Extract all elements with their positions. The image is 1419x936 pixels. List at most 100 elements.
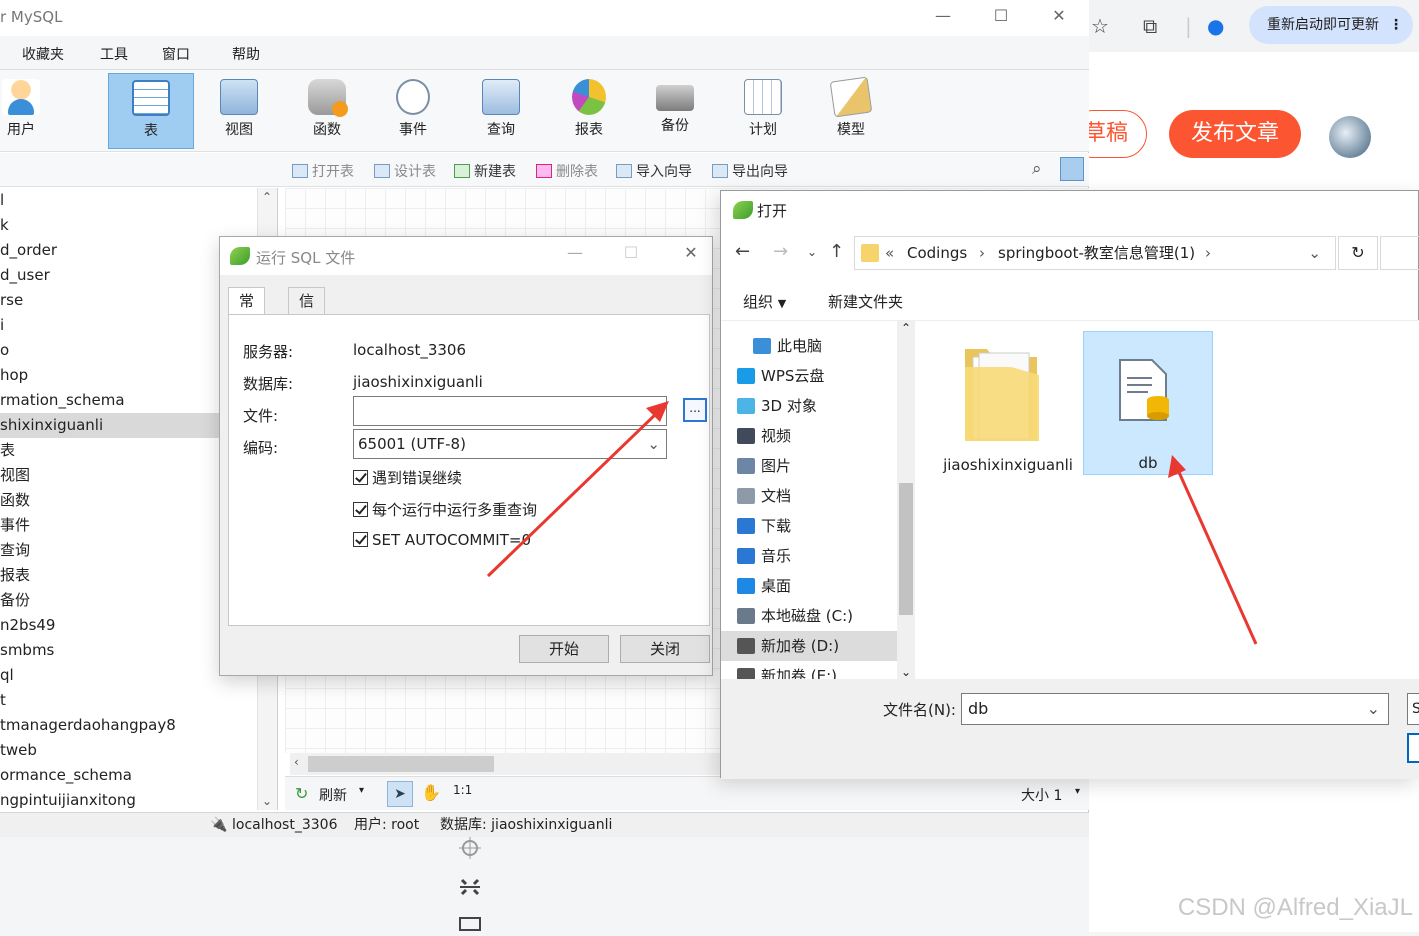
nav-item[interactable]: 此电脑: [753, 331, 911, 361]
new-table-button[interactable]: 新建表: [454, 161, 516, 181]
tree-item[interactable]: ormance_schema: [0, 763, 258, 788]
close-icon[interactable]: ✕: [1044, 6, 1074, 25]
grid-view-icon[interactable]: [1060, 157, 1084, 181]
maximize-icon[interactable]: ☐: [986, 6, 1016, 25]
menu-window[interactable]: 窗口: [162, 44, 190, 64]
nav-item[interactable]: 文档: [737, 481, 895, 511]
tree-item[interactable]: ngpintuijianxitong: [0, 788, 258, 810]
profile-icon[interactable]: ●: [1207, 14, 1224, 38]
breadcrumb-project[interactable]: springboot-教室信息管理(1): [998, 237, 1195, 269]
toolbar-query[interactable]: 查询: [458, 73, 544, 149]
tree-item[interactable]: tweb: [0, 738, 258, 763]
toolbar-user[interactable]: 用户: [0, 73, 64, 149]
extensions-icon[interactable]: ⧉: [1143, 14, 1157, 38]
toolbar-model[interactable]: 模型: [808, 73, 894, 149]
nav-item[interactable]: 新加卷 (D:): [721, 631, 899, 661]
toolbar-view[interactable]: 视图: [196, 73, 282, 149]
folder-item[interactable]: jiaoshixinxiguanli: [943, 331, 1073, 475]
chevron-down-icon[interactable]: ⌄: [1367, 694, 1380, 724]
nav-item[interactable]: 视频: [737, 421, 895, 451]
start-button[interactable]: 开始: [519, 635, 609, 663]
nav-item[interactable]: 下载: [737, 511, 895, 541]
toolbar-backup[interactable]: 备份: [632, 73, 718, 149]
size-select[interactable]: 大小 1: [1021, 785, 1062, 805]
toolbar-schedule[interactable]: 计划: [720, 73, 806, 149]
search-icon[interactable]: ⌕: [1032, 159, 1042, 179]
hand-tool-icon[interactable]: ✋: [421, 783, 441, 802]
tree-item[interactable]: l: [0, 188, 258, 213]
toolbar-table[interactable]: 表: [108, 73, 194, 149]
minimize-icon[interactable]: —: [928, 6, 958, 25]
nav-item[interactable]: 图片: [737, 451, 895, 481]
size-dropdown-icon[interactable]: ▾: [1075, 786, 1080, 797]
frame-icon[interactable]: [459, 917, 481, 931]
import-wizard-button[interactable]: 导入向导: [616, 161, 692, 181]
refresh-icon[interactable]: ↻: [295, 784, 308, 803]
pointer-tool-icon[interactable]: ➤: [387, 781, 413, 807]
organize-button[interactable]: 组织 ▼: [743, 291, 786, 312]
breadcrumb-codings[interactable]: Codings: [907, 237, 967, 269]
scroll-thumb[interactable]: [899, 483, 913, 615]
recent-dropdown-icon[interactable]: ⌄: [807, 245, 817, 259]
menu-tools[interactable]: 工具: [100, 44, 128, 64]
export-wizard-button[interactable]: 导出向导: [712, 161, 788, 181]
scroll-down-icon[interactable]: ⌄: [901, 665, 911, 679]
tab-general[interactable]: 常规: [228, 287, 266, 336]
tree-item[interactable]: tmanagerdaohangpay8: [0, 713, 258, 738]
actual-size-icon[interactable]: 1:1: [453, 783, 472, 797]
scroll-thumb[interactable]: [308, 756, 494, 772]
avatar[interactable]: [1329, 116, 1371, 158]
filename-input[interactable]: db ⌄: [961, 693, 1389, 725]
file-input[interactable]: [353, 396, 667, 426]
toolbar-function[interactable]: 函数: [284, 73, 370, 149]
open-table-button[interactable]: 打开表: [292, 161, 354, 181]
scroll-up-icon[interactable]: ⌃: [901, 321, 911, 335]
more-menu-icon[interactable]: ⋮: [1389, 6, 1403, 44]
scroll-left-icon[interactable]: ‹: [294, 755, 299, 769]
nav-scrollbar[interactable]: ⌃ ⌄: [897, 321, 915, 679]
search-input[interactable]: [1380, 236, 1419, 270]
file-type-select[interactable]: S: [1407, 693, 1419, 725]
breadcrumb-overflow[interactable]: «: [885, 237, 894, 269]
toolbar-event[interactable]: 事件: [370, 73, 456, 149]
close-button[interactable]: 关闭: [620, 635, 710, 663]
toolbar-report[interactable]: 报表: [546, 73, 632, 149]
new-folder-button[interactable]: 新建文件夹: [828, 291, 903, 312]
chevron-down-icon[interactable]: ⌄: [1308, 237, 1321, 269]
nav-item[interactable]: 本地磁盘 (C:): [737, 601, 895, 631]
nav-item[interactable]: 音乐: [737, 541, 895, 571]
tab-message-log[interactable]: 信息日志: [288, 287, 326, 388]
design-table-button[interactable]: 设计表: [374, 161, 436, 181]
nav-item[interactable]: 3D 对象: [737, 391, 895, 421]
publish-article-button[interactable]: 发布文章: [1169, 110, 1301, 158]
back-icon[interactable]: ←: [735, 241, 750, 262]
nav-item[interactable]: 桌面: [737, 571, 895, 601]
tree-item[interactable]: k: [0, 213, 258, 238]
up-icon[interactable]: ↑: [829, 241, 844, 262]
update-button[interactable]: 重新启动即可更新 ⋮: [1249, 6, 1413, 44]
nav-item[interactable]: 新加卷 (E:): [737, 661, 895, 679]
fit-icon[interactable]: [460, 878, 480, 896]
close-icon[interactable]: ✕: [676, 243, 706, 262]
tree-item[interactable]: t: [0, 688, 258, 713]
scroll-down-icon[interactable]: ⌄: [262, 794, 272, 808]
browse-button[interactable]: ...: [683, 398, 707, 422]
forward-icon[interactable]: →: [773, 241, 788, 262]
star-icon[interactable]: ☆: [1091, 14, 1109, 38]
continue-on-error-checkbox[interactable]: 遇到错误继续: [353, 467, 462, 488]
db-file-item[interactable]: db: [1083, 331, 1213, 475]
autocommit-checkbox[interactable]: SET AUTOCOMMIT=0: [353, 531, 531, 549]
target-icon[interactable]: [459, 837, 481, 859]
delete-table-button[interactable]: 删除表: [536, 161, 598, 181]
menu-favorites[interactable]: 收藏夹: [22, 44, 64, 64]
open-button[interactable]: [1407, 733, 1419, 763]
menu-help[interactable]: 帮助: [232, 44, 260, 64]
refresh-label[interactable]: 刷新: [319, 785, 347, 805]
multiple-queries-checkbox[interactable]: 每个运行中运行多重查询: [353, 499, 537, 520]
refresh-button[interactable]: ↻: [1338, 236, 1378, 270]
encoding-select[interactable]: 65001 (UTF-8) ⌄: [353, 429, 667, 459]
address-bar[interactable]: « Codings › springboot-教室信息管理(1) › ⌄: [854, 236, 1336, 270]
refresh-dropdown-icon[interactable]: ▾: [359, 785, 364, 796]
nav-item[interactable]: WPS云盘: [737, 361, 895, 391]
scroll-up-icon[interactable]: ⌃: [262, 190, 272, 204]
